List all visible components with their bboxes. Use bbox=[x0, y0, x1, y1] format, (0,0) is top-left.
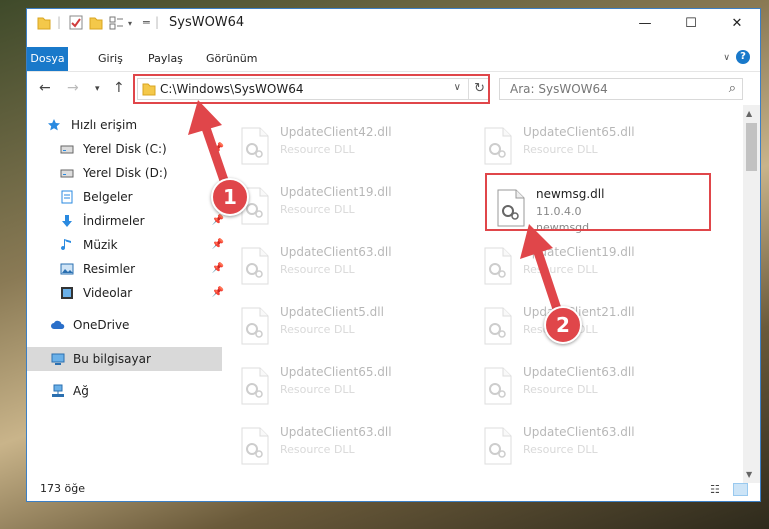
step-badge-1: 1 bbox=[211, 178, 249, 216]
annotation-arrows bbox=[188, 100, 565, 323]
arrow-1-head bbox=[188, 100, 222, 135]
step-badge-2: 2 bbox=[544, 306, 582, 344]
